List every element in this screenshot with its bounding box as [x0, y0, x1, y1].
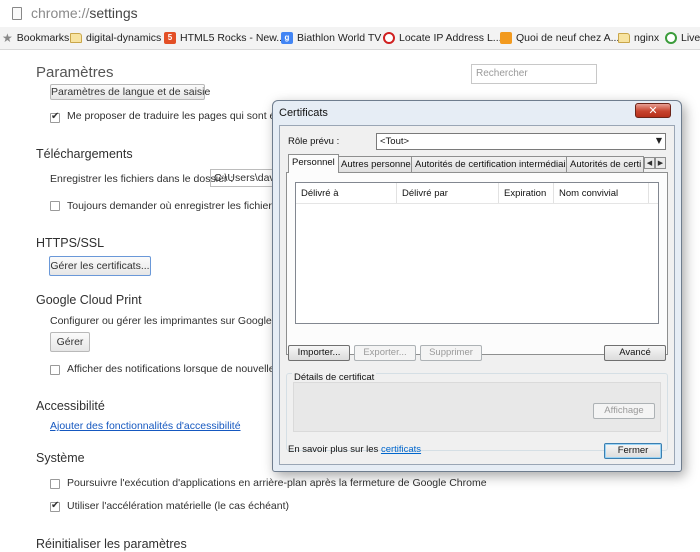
column-issued-by[interactable]: Délivré par	[397, 183, 499, 203]
hardware-acceleration-label: Utiliser l'accélération matérielle (le c…	[67, 500, 290, 512]
bookmark-label: Quoi de neuf chez A...	[516, 32, 620, 44]
column-friendly-name[interactable]: Nom convivial	[554, 183, 649, 203]
live-icon	[665, 32, 677, 44]
role-select[interactable]: <Tout> ▼	[376, 133, 666, 150]
tab-scroll-right-icon[interactable]: ▶	[655, 157, 666, 169]
learn-more-prefix: En savoir plus sur les	[288, 444, 379, 455]
bookmark-label: Live	[681, 32, 700, 44]
certificate-list[interactable]: Délivré à Délivré par Expiration Nom con…	[295, 182, 659, 324]
bookmark-quoi-de-neuf[interactable]: Quoi de neuf chez A...	[500, 30, 619, 46]
accessibility-link[interactable]: Ajouter des fonctionnalités d'accessibil…	[50, 420, 241, 432]
download-path-field[interactable]: C:\Users\davi	[210, 169, 276, 187]
tab-other-people[interactable]: Autres personnes	[337, 156, 420, 172]
chevron-down-icon: ▼	[655, 136, 662, 145]
bookmark-label: nginx	[634, 32, 660, 44]
background-apps-checkbox[interactable]	[50, 479, 60, 489]
list-header-divider	[296, 203, 658, 204]
hardware-acceleration-checkbox[interactable]	[50, 500, 60, 512]
bookmark-live[interactable]: Live	[665, 30, 700, 46]
bookmark-label: digital-dynamics	[86, 32, 162, 44]
reset-heading: Réinitialiser les paramètres	[36, 537, 187, 551]
folder-icon	[618, 33, 630, 43]
manage-printers-button[interactable]: Gérer	[50, 332, 90, 352]
column-expiration[interactable]: Expiration	[499, 183, 554, 203]
close-button[interactable]: Fermer	[604, 443, 662, 459]
background-apps-label: Poursuivre l'exécution d'applications en…	[67, 477, 487, 489]
downloads-heading: Téléchargements	[36, 147, 133, 161]
certificates-link[interactable]: certificats	[381, 444, 421, 455]
cloud-print-description: Configurer ou gérer les imprimantes sur …	[50, 315, 303, 327]
translate-label: Me proposer de traduire les pages qui so…	[67, 110, 296, 122]
bookmark-locate-ip[interactable]: Locate IP Address L...	[383, 30, 502, 46]
learn-more-text: En savoir plus sur les certificats	[288, 444, 421, 455]
language-settings-button[interactable]: Paramètres de langue et de saisie	[50, 84, 210, 100]
folder-icon	[70, 33, 82, 43]
bookmark-label: Bookmarks	[16, 32, 70, 44]
advanced-button[interactable]: Avancé	[604, 345, 666, 361]
role-selected-value: <Tout>	[380, 136, 410, 147]
page-title: Paramètres	[36, 64, 114, 81]
bookmark-label: Locate IP Address L...	[399, 32, 502, 44]
bookmark-bookmarks[interactable]: ★ Bookmarks	[2, 30, 69, 46]
bookmark-nginx[interactable]: nginx	[618, 30, 659, 46]
address-bar[interactable]: chrome://settings	[0, 0, 700, 28]
search-input[interactable]: Rechercher	[471, 64, 597, 84]
https-heading: HTTPS/SSL	[36, 236, 105, 250]
printer-notification-checkbox[interactable]	[50, 365, 60, 375]
delete-button[interactable]: Supprimer	[420, 345, 482, 361]
dialog-body: Rôle prévu : <Tout> ▼ Personnel Autres p…	[279, 125, 675, 465]
translate-checkbox[interactable]	[50, 111, 60, 123]
import-button[interactable]: Importer...	[288, 345, 350, 361]
tab-intermediate-authorities[interactable]: Autorités de certification intermédiaire…	[411, 156, 583, 172]
ask-download-label: Toujours demander où enregistrer les fic…	[67, 200, 278, 212]
tab-panel: Délivré à Délivré par Expiration Nom con…	[286, 172, 668, 355]
close-icon[interactable]: ✕	[635, 103, 671, 118]
target-icon	[383, 32, 395, 44]
accessibility-heading: Accessibilité	[36, 399, 105, 413]
download-folder-label: Enregistrer les fichiers dans le dossier…	[50, 173, 234, 185]
page-icon	[12, 7, 22, 20]
role-label: Rôle prévu :	[288, 136, 340, 147]
html5-icon: 5	[164, 32, 176, 44]
bookmarks-bar: ★ Bookmarks digital-dynamics 5 HTML5 Roc…	[0, 27, 700, 50]
bookmark-label: HTML5 Rocks - New...	[180, 32, 286, 44]
url-text[interactable]: chrome://settings	[31, 5, 138, 21]
manage-certificates-button[interactable]: Gérer les certificats...	[49, 256, 151, 276]
tab-personnel[interactable]: Personnel	[288, 154, 339, 173]
bookmark-digital-dynamics[interactable]: digital-dynamics	[70, 30, 161, 46]
column-issued-to[interactable]: Délivré à	[296, 183, 397, 203]
export-button[interactable]: Exporter...	[354, 345, 416, 361]
dialog-title: Certificats	[279, 107, 328, 119]
google-icon: g	[281, 32, 293, 44]
bookmark-label: Biathlon World TV	[297, 32, 382, 44]
certificate-details-group: Détails de certificat Affichage	[286, 372, 668, 451]
url-scheme: chrome://	[31, 5, 90, 21]
ask-download-checkbox[interactable]	[50, 201, 60, 211]
certificates-dialog: Certificats ✕ Rôle prévu : <Tout> ▼ Pers…	[272, 100, 682, 472]
tab-root-authorities[interactable]: Autorités de certi	[566, 156, 644, 172]
system-heading: Système	[36, 451, 85, 465]
cloud-print-heading: Google Cloud Print	[36, 293, 142, 307]
tab-scroll-left-icon[interactable]: ◀	[644, 157, 655, 169]
url-path: settings	[89, 5, 138, 21]
star-icon: ★	[2, 31, 13, 45]
view-button[interactable]: Affichage	[593, 403, 655, 419]
printer-notification-label: Afficher des notifications lorsque de no…	[67, 363, 300, 375]
bookmark-biathlon[interactable]: g Biathlon World TV	[281, 30, 381, 46]
bookmark-html5-rocks[interactable]: 5 HTML5 Rocks - New...	[164, 30, 285, 46]
site-icon	[500, 32, 512, 44]
